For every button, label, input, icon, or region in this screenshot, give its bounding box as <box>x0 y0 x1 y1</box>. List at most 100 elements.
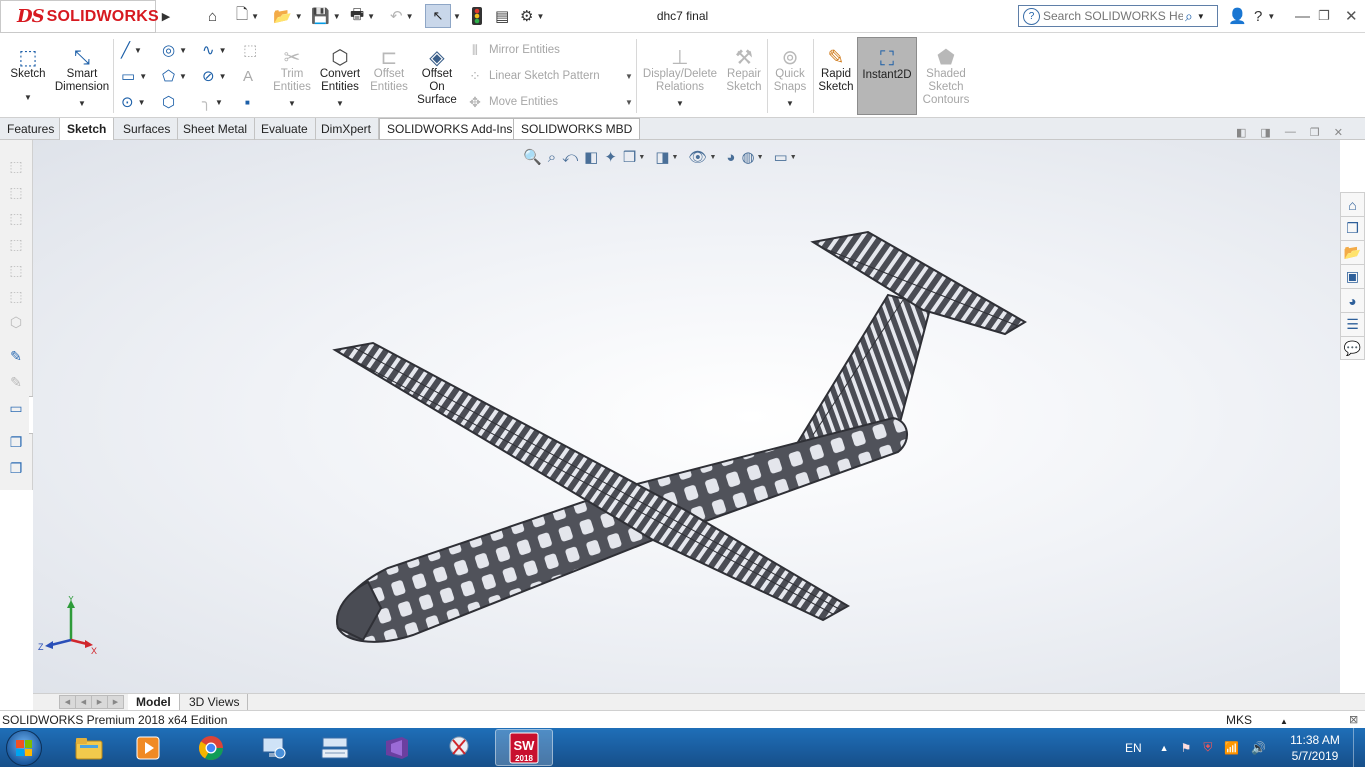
graphics-area[interactable]: 🔍 ⌕ ⤺ ◧ ✦ ❒ ▼ ◨ ▼ 👁 ▼ ◕ ◍ ▼ ▭ ▼ Y X Z <box>33 140 1340 693</box>
instant2d-button[interactable]: ⛶ Instant2D <box>857 37 917 115</box>
tab-dimxpert[interactable]: DimXpert <box>314 118 380 140</box>
taskbar-keyboard[interactable] <box>306 729 364 766</box>
chevron-down-icon[interactable]: ▼ <box>138 98 146 107</box>
select-button[interactable]: ↖ <box>425 4 451 28</box>
select-dropdown[interactable]: ▼ <box>453 6 461 26</box>
print-button[interactable]: 🖶 ▼ <box>350 6 375 26</box>
tab-surfaces[interactable]: Surfaces <box>116 118 179 140</box>
smart-dimension-button[interactable]: ⤡ Smart Dimension ▼ <box>54 37 110 115</box>
offset-on-surface-button[interactable]: ◈ Offset On Surface <box>409 37 465 115</box>
custom-properties-icon[interactable]: ☰ <box>1340 312 1365 336</box>
show-desktop-button[interactable] <box>1353 728 1365 767</box>
aircraft-model[interactable] <box>33 140 1340 693</box>
chevron-down-icon[interactable]: ▼ <box>312 97 368 110</box>
tab-3d-views[interactable]: 3D Views <box>181 694 249 710</box>
appearances-icon[interactable]: ◕ <box>1340 288 1365 312</box>
line-tool[interactable]: ╱ ▼ <box>121 39 142 61</box>
tab-solidworks-add-ins[interactable]: SOLIDWORKS Add-Ins <box>379 118 521 140</box>
copy-entities-icon[interactable]: ❐ <box>6 458 26 478</box>
network-icon[interactable]: 📶 <box>1224 741 1239 755</box>
rapid-sketch-button[interactable]: ✎ Rapid Sketch <box>808 37 864 115</box>
help-button[interactable]: ? ▼ <box>1254 5 1275 27</box>
chevron-down-icon[interactable]: ▼ <box>367 12 375 21</box>
undo-button[interactable]: ↶ ▼ <box>390 6 414 26</box>
user-account-button[interactable]: 👤 <box>1228 5 1247 27</box>
rebuild-button[interactable] <box>470 6 484 26</box>
chevron-down-icon[interactable]: ▼ <box>333 12 341 21</box>
taskbar-snipping-tool[interactable] <box>430 729 488 766</box>
chevron-down-icon[interactable]: ▼ <box>0 91 56 104</box>
chevron-down-icon[interactable]: ▼ <box>625 98 633 107</box>
tab-features[interactable]: Features <box>0 118 63 140</box>
tab-scroll-nav[interactable]: ◀ ◀ ▶ ▶ <box>59 695 124 709</box>
new-document-button[interactable]: 🗋 ▼ <box>236 6 259 26</box>
back-view-icon[interactable]: ⬚ <box>6 208 26 228</box>
polygon-tool[interactable]: ⬡ <box>162 91 175 113</box>
taskbar-explorer[interactable] <box>60 729 118 766</box>
chevron-down-icon[interactable]: ▼ <box>54 97 110 110</box>
display-delete-relations-button[interactable]: ⊥ Display/Delete Relations ▼ <box>642 37 718 115</box>
home-button[interactable]: ⌂ <box>208 6 217 26</box>
chevron-down-icon[interactable]: ▼ <box>406 12 414 21</box>
right-view-icon[interactable]: ⬚ <box>6 260 26 280</box>
chevron-down-icon[interactable]: ▼ <box>295 12 303 21</box>
chevron-down-icon[interactable]: ▼ <box>219 72 227 81</box>
mirror-entities-button[interactable]: ⫴ Mirror Entities <box>465 39 635 61</box>
move-entities-button[interactable]: ✥ Move Entities ▼ <box>465 91 635 113</box>
tab-sheet-metal[interactable]: Sheet Metal <box>176 118 256 140</box>
last-tab-icon[interactable]: ▶ <box>108 696 123 708</box>
tab-sketch[interactable]: Sketch <box>59 118 115 140</box>
edit-sketch-icon[interactable]: ✎ <box>6 372 26 392</box>
start-button[interactable] <box>6 730 42 766</box>
taskbar-chrome[interactable] <box>182 729 240 766</box>
restore-view-icon[interactable]: ❐ <box>1310 126 1320 139</box>
taskbar-network[interactable] <box>244 729 302 766</box>
collapse-left-icon[interactable]: ◧ <box>1236 126 1246 139</box>
ellipse-tool[interactable]: ⊘ ▼ <box>202 65 227 87</box>
slot-tool[interactable]: ⬠ ▼ <box>162 65 187 87</box>
standard-view-icon[interactable]: ⬚ <box>6 156 26 176</box>
chevron-down-icon[interactable]: ▼ <box>215 98 223 107</box>
chevron-down-icon[interactable]: ▼ <box>625 72 633 81</box>
units-selector[interactable]: MKS ▲ <box>1226 713 1288 727</box>
design-library-icon[interactable]: ❒ <box>1340 216 1365 240</box>
minimize-button[interactable]: — <box>1295 5 1310 27</box>
search-icon[interactable]: ⌕ <box>1185 8 1193 25</box>
taskbar-visual-studio[interactable] <box>368 729 426 766</box>
close-view-icon[interactable]: ✕ <box>1334 126 1343 139</box>
save-button[interactable]: 💾 ▼ <box>311 6 341 26</box>
point-tool[interactable]: ■ <box>245 91 250 113</box>
spline-tool[interactable]: ∿ ▼ <box>202 39 227 61</box>
sketch-fillet-box-tool[interactable]: ⬚ <box>243 39 257 61</box>
shaded-sketch-contours-button[interactable]: ⬟ Shaded Sketch Contours <box>916 37 976 115</box>
chevron-down-icon[interactable]: ▼ <box>251 12 259 21</box>
menu-expand-arrow-icon[interactable]: ▶ <box>158 6 174 26</box>
front-view-icon[interactable]: ⬚ <box>6 182 26 202</box>
close-button[interactable]: ✕ <box>1345 5 1358 27</box>
isometric-view-icon[interactable]: ⬡ <box>6 312 26 332</box>
open-button[interactable]: 📂 ▼ <box>273 6 303 26</box>
prev-tab-icon[interactable]: ◀ <box>76 696 92 708</box>
chevron-down-icon[interactable]: ▼ <box>642 97 718 110</box>
first-tab-icon[interactable]: ◀ <box>60 696 76 708</box>
tab-evaluate[interactable]: Evaluate <box>254 118 316 140</box>
sketch-button[interactable]: ⬚ Sketch ▼ <box>0 37 56 115</box>
minimize-view-icon[interactable]: — <box>1285 126 1296 139</box>
volume-icon[interactable]: 🔊 <box>1251 741 1266 755</box>
tab-solidworks-mbd[interactable]: SOLIDWORKS MBD <box>513 118 641 140</box>
chevron-down-icon[interactable]: ▼ <box>1197 12 1205 21</box>
show-hidden-icons-icon[interactable]: ▲ <box>1160 743 1169 753</box>
chevron-down-icon[interactable]: ▼ <box>179 72 187 81</box>
chevron-down-icon[interactable]: ▼ <box>536 12 544 21</box>
taskbar-solidworks[interactable]: SW 2018 <box>495 729 553 766</box>
text-tool[interactable]: A <box>243 65 253 87</box>
help-search-input[interactable] <box>1043 9 1183 23</box>
chevron-down-icon[interactable]: ▼ <box>219 46 227 55</box>
convert-entities-button[interactable]: ⬡ Convert Entities ▼ <box>312 37 368 115</box>
taskbar-media-player[interactable] <box>119 729 177 766</box>
security-icon[interactable]: ⛨ <box>1203 740 1212 755</box>
collapse-right-icon[interactable]: ◨ <box>1260 126 1270 139</box>
tab-model[interactable]: Model <box>128 694 180 710</box>
restore-button[interactable]: ❐ <box>1318 5 1330 27</box>
home-icon[interactable]: ⌂ <box>1340 192 1365 216</box>
